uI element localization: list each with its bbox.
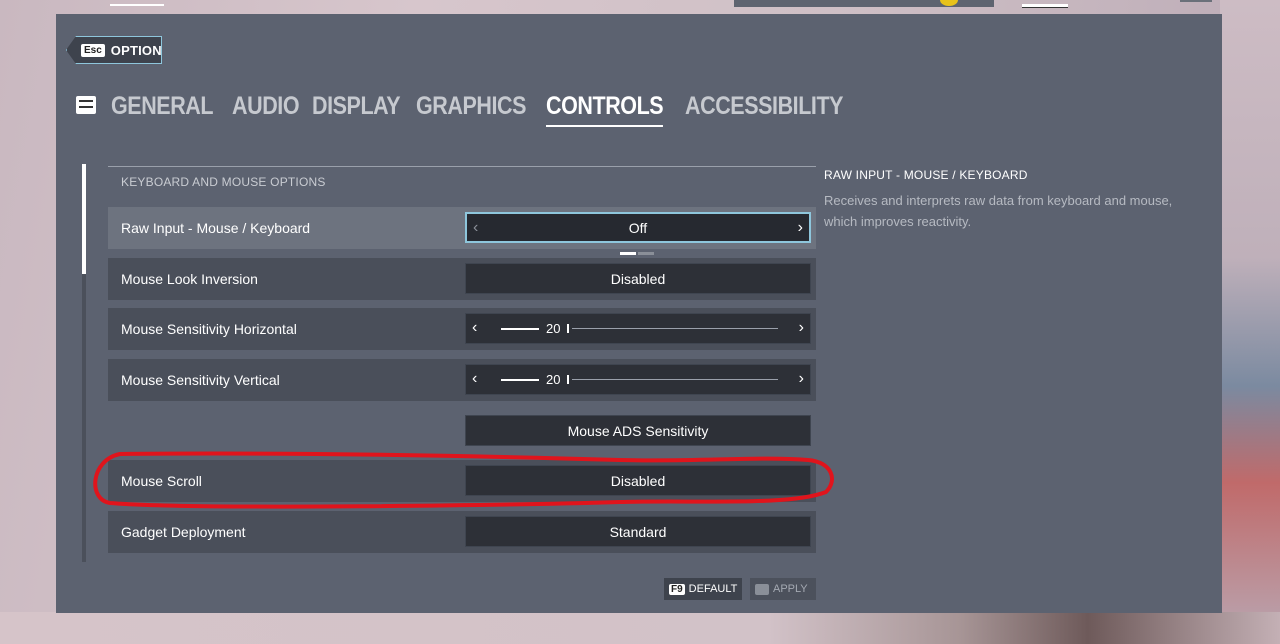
chevron-right-icon[interactable]: › [799, 370, 804, 388]
chevron-left-icon[interactable]: ‹ [472, 319, 477, 337]
tab-accessibility[interactable]: ACCESSIBILITY [685, 92, 843, 127]
default-label: DEFAULT [688, 583, 738, 595]
button-label: Mouse ADS Sensitivity [567, 422, 709, 439]
back-button-label: OPTIONS [110, 42, 171, 58]
back-button[interactable]: Esc OPTIONS [66, 36, 162, 64]
setting-label: Mouse Sensitivity Horizontal [121, 321, 297, 337]
setting-label: Mouse Sensitivity Vertical [121, 372, 280, 388]
gadget-deployment-selector[interactable]: Standard [465, 516, 811, 547]
apply-key-icon [755, 583, 769, 595]
info-description: Receives and interprets raw data from ke… [824, 193, 1173, 229]
slider-handle[interactable] [567, 375, 569, 384]
section-divider [108, 166, 816, 167]
setting-row-ads-sensitivity: Mouse ADS Sensitivity [108, 410, 816, 452]
tab-general[interactable]: GENERAL [111, 92, 214, 127]
hud-indicator [110, 0, 164, 6]
hud-right-bar [1180, 0, 1212, 2]
option-indicator [620, 242, 656, 255]
f9-key-icon: F9 [669, 583, 685, 595]
raw-input-selector[interactable]: ‹ Off › [465, 212, 811, 255]
tab-switch-icon[interactable] [76, 96, 96, 114]
setting-label: Raw Input - Mouse / Keyboard [121, 220, 311, 236]
selector-value: Standard [609, 523, 667, 540]
options-panel: Esc OPTIONS GENERAL AUDIO DISPLAY GRAPHI… [56, 14, 1222, 613]
tab-display[interactable]: DISPLAY [312, 92, 401, 127]
esc-key-icon: Esc [81, 43, 105, 57]
setting-label: Mouse Scroll [121, 473, 202, 489]
setting-label: Mouse Look Inversion [121, 271, 258, 287]
default-button[interactable]: F9 DEFAULT [664, 578, 743, 600]
chevron-left-icon[interactable]: ‹ [473, 219, 478, 237]
slider-track[interactable] [572, 328, 778, 329]
sensitivity-horizontal-slider[interactable]: ‹ 20 › [465, 313, 811, 344]
selector-value: Disabled [610, 270, 666, 287]
slider-value: 20 [546, 321, 561, 336]
chevron-right-icon[interactable]: › [799, 319, 804, 337]
slider-track[interactable] [572, 379, 778, 380]
info-title: RAW INPUT - MOUSE / KEYBOARD [824, 168, 1028, 182]
section-title: KEYBOARD AND MOUSE OPTIONS [121, 175, 326, 189]
background-right [1220, 0, 1280, 644]
chevron-left-icon[interactable]: ‹ [472, 370, 477, 388]
setting-row-mouse-scroll[interactable]: Mouse Scroll Disabled [108, 460, 816, 502]
selector-value: Off [628, 219, 648, 236]
tab-controls[interactable]: CONTROLS [546, 92, 664, 127]
setting-row-sensitivity-vertical[interactable]: Mouse Sensitivity Vertical ‹ 20 › [108, 359, 816, 401]
look-inversion-selector[interactable]: Disabled [465, 263, 811, 294]
hud-meter [1022, 4, 1068, 8]
slider-fill [501, 379, 539, 381]
tab-bar: GENERAL AUDIO DISPLAY GRAPHICS CONTROLS … [111, 92, 854, 127]
selector-value: Disabled [610, 472, 666, 489]
sensitivity-vertical-slider[interactable]: ‹ 20 › [465, 364, 811, 395]
mouse-scroll-selector[interactable]: Disabled [465, 465, 811, 496]
tab-audio[interactable]: AUDIO [232, 92, 300, 127]
slider-handle[interactable] [567, 324, 569, 333]
apply-label: APPLY [773, 583, 808, 595]
scrollbar-thumb[interactable] [82, 164, 86, 274]
apply-button[interactable]: APPLY [750, 578, 816, 600]
setting-row-look-inversion[interactable]: Mouse Look Inversion Disabled [108, 258, 816, 300]
setting-row-gadget-deployment[interactable]: Gadget Deployment Standard [108, 511, 816, 553]
chevron-right-icon[interactable]: › [798, 219, 803, 237]
setting-label: Gadget Deployment [121, 524, 246, 540]
slider-fill [501, 328, 539, 330]
slider-value: 20 [546, 372, 561, 387]
ads-sensitivity-button[interactable]: Mouse ADS Sensitivity [465, 415, 811, 446]
tab-graphics[interactable]: GRAPHICS [416, 92, 526, 127]
setting-row-sensitivity-horizontal[interactable]: Mouse Sensitivity Horizontal ‹ 20 › [108, 308, 816, 350]
setting-row-raw-input[interactable]: Raw Input - Mouse / Keyboard ‹ Off › [108, 207, 816, 255]
background-bottom [0, 612, 1280, 644]
